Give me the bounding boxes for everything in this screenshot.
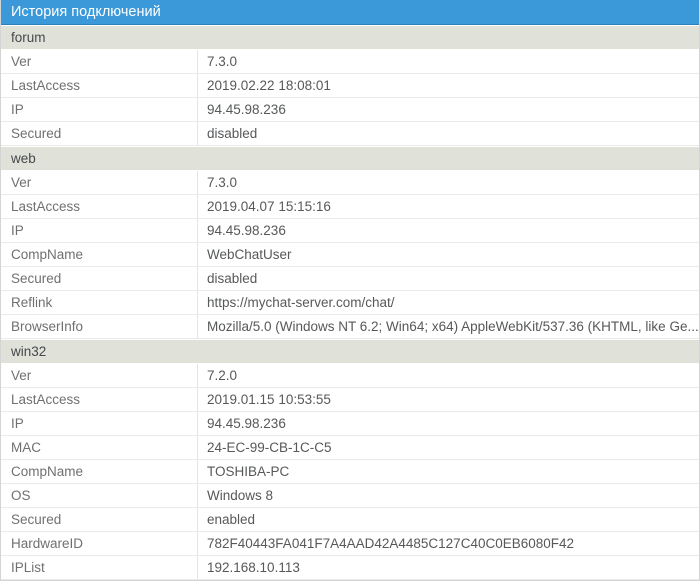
section-header-web: web xyxy=(1,146,699,171)
row-value: Mozilla/5.0 (Windows NT 6.2; Win64; x64)… xyxy=(198,315,699,338)
row-value: 94.45.98.236 xyxy=(198,219,699,242)
table-row: BrowserInfoMozilla/5.0 (Windows NT 6.2; … xyxy=(1,315,699,339)
table-row: Securedenabled xyxy=(1,508,699,532)
table-row: CompNameWebChatUser xyxy=(1,243,699,267)
row-key: CompName xyxy=(1,243,198,266)
table-row: CompNameTOSHIBA-PC xyxy=(1,460,699,484)
row-value: 94.45.98.236 xyxy=(198,412,699,435)
table-row: LastAccess2019.02.22 18:08:01 xyxy=(1,74,699,98)
row-key: Secured xyxy=(1,508,198,531)
row-key: LastAccess xyxy=(1,74,198,97)
row-value: 24-EC-99-CB-1C-C5 xyxy=(198,436,699,459)
row-key: BrowserInfo xyxy=(1,315,198,338)
section-header-forum: forum xyxy=(1,25,699,50)
table-row: Secureddisabled xyxy=(1,267,699,291)
row-value: disabled xyxy=(198,267,699,290)
table-row: Secureddisabled xyxy=(1,122,699,146)
table-row: Ver7.3.0 xyxy=(1,171,699,195)
table-row: LastAccess2019.01.15 10:53:55 xyxy=(1,388,699,412)
row-value: 2019.01.15 10:53:55 xyxy=(198,388,699,411)
row-key: IP xyxy=(1,98,198,121)
row-value: 782F40443FA041F7A4AAD42A4485C127C40C0EB6… xyxy=(198,532,699,555)
table-row: IP94.45.98.236 xyxy=(1,412,699,436)
table-row: Ver7.3.0 xyxy=(1,50,699,74)
row-key: Ver xyxy=(1,364,198,387)
row-key: IPList xyxy=(1,556,198,579)
row-value: Windows 8 xyxy=(198,484,699,507)
row-key: LastAccess xyxy=(1,388,198,411)
table-body: forumVer7.3.0LastAccess2019.02.22 18:08:… xyxy=(1,25,699,580)
row-value: WebChatUser xyxy=(198,243,699,266)
row-value: 94.45.98.236 xyxy=(198,98,699,121)
row-key: OS xyxy=(1,484,198,507)
row-key: LastAccess xyxy=(1,195,198,218)
table-row: OSWindows 8 xyxy=(1,484,699,508)
row-key: Ver xyxy=(1,171,198,194)
row-key: HardwareID xyxy=(1,532,198,555)
row-key: CompName xyxy=(1,460,198,483)
table-row: Ver7.2.0 xyxy=(1,364,699,388)
row-value: TOSHIBA-PC xyxy=(198,460,699,483)
table-row: Reflinkhttps://mychat-server.com/chat/ xyxy=(1,291,699,315)
row-value: enabled xyxy=(198,508,699,531)
row-key: Reflink xyxy=(1,291,198,314)
row-value: 192.168.10.113 xyxy=(198,556,699,579)
row-value: 2019.02.22 18:08:01 xyxy=(198,74,699,97)
table-row: IPList192.168.10.113 xyxy=(1,556,699,580)
row-key: IP xyxy=(1,219,198,242)
row-key: IP xyxy=(1,412,198,435)
row-value: disabled xyxy=(198,122,699,145)
table-row: MAC24-EC-99-CB-1C-C5 xyxy=(1,436,699,460)
row-value: 2019.04.07 15:15:16 xyxy=(198,195,699,218)
table-row: IP94.45.98.236 xyxy=(1,98,699,122)
section-header-win32: win32 xyxy=(1,339,699,364)
table-row: HardwareID782F40443FA041F7A4AAD42A4485C1… xyxy=(1,532,699,556)
row-value: https://mychat-server.com/chat/ xyxy=(198,291,699,314)
table-row: IP94.45.98.236 xyxy=(1,219,699,243)
row-key: Secured xyxy=(1,122,198,145)
panel-title: История подключений xyxy=(1,0,699,25)
row-value: 7.3.0 xyxy=(198,50,699,73)
row-key: Secured xyxy=(1,267,198,290)
row-key: MAC xyxy=(1,436,198,459)
table-row: LastAccess2019.04.07 15:15:16 xyxy=(1,195,699,219)
connection-history-panel: История подключений forumVer7.3.0LastAcc… xyxy=(0,0,700,581)
row-value: 7.3.0 xyxy=(198,171,699,194)
row-key: Ver xyxy=(1,50,198,73)
row-value: 7.2.0 xyxy=(198,364,699,387)
